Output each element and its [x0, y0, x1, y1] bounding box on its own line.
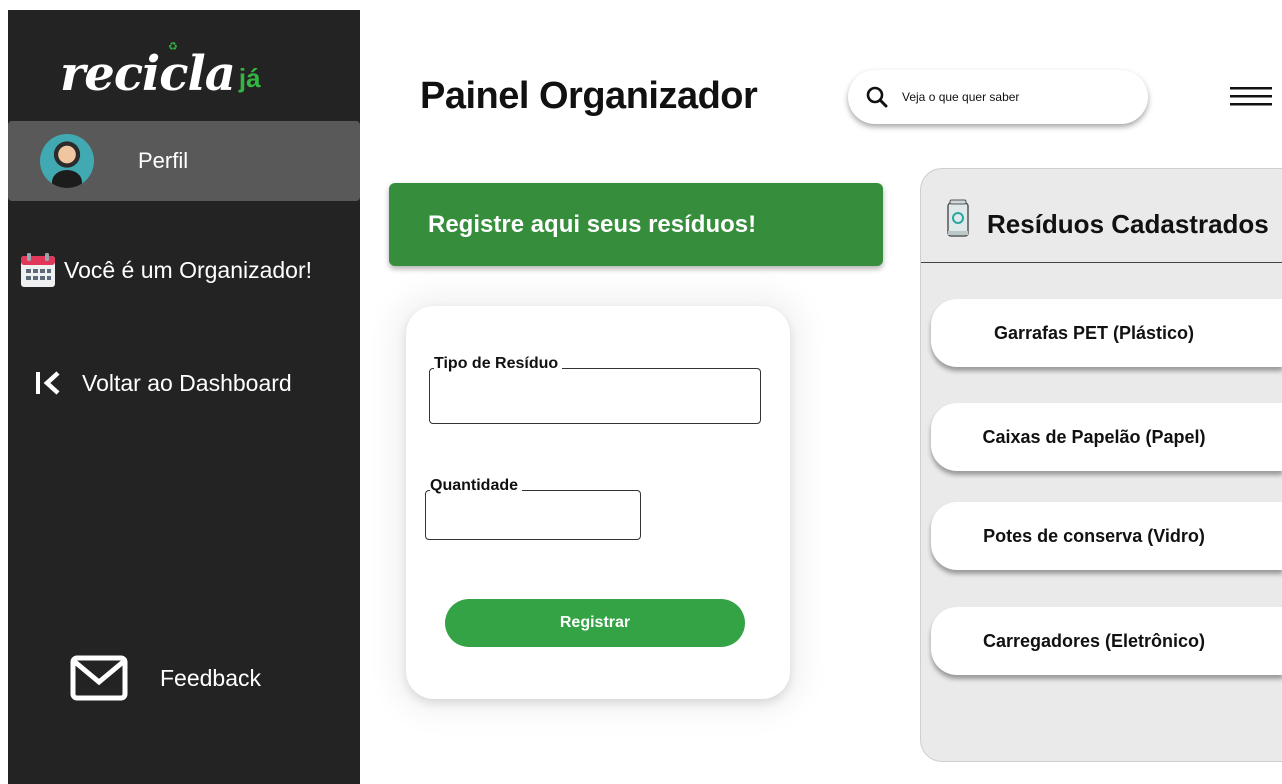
back-label: Voltar ao Dashboard [82, 369, 292, 396]
avatar [40, 134, 94, 188]
recycle-icon: ♻ [168, 41, 178, 53]
search-bar[interactable] [848, 70, 1148, 124]
quantity-input[interactable] [426, 491, 640, 539]
sidebar-item-profile[interactable]: Perfil [8, 121, 360, 201]
can-icon [947, 199, 969, 237]
waste-type-label: Tipo de Resíduo [434, 355, 563, 373]
organizer-role: Você é um Organizador! [20, 252, 312, 288]
waste-type-field[interactable]: Tipo de Resíduo [429, 355, 761, 424]
registered-waste-panel: Resíduos Cadastrados Garrafas PET (Plást… [920, 168, 1282, 762]
list-item[interactable]: Potes de conserva (Vidro) [931, 502, 1282, 570]
panel-title: Resíduos Cadastrados [987, 209, 1269, 239]
waste-form: Tipo de Resíduo Quantidade Registrar [406, 306, 790, 699]
list-item[interactable]: Caixas de Papelão (Papel) [931, 403, 1282, 471]
list-item[interactable]: Garrafas PET (Plástico) [931, 299, 1282, 367]
calendar-icon [21, 253, 55, 287]
role-label: Você é um Organizador! [64, 256, 313, 283]
quantity-label: Quantidade [430, 477, 523, 495]
sidebar-item-label: Perfil [138, 148, 189, 173]
register-banner: Registre aqui seus resíduos! [389, 183, 883, 266]
logo: recicla já ♻ [60, 38, 261, 98]
banner-text: Registre aqui seus resíduos! [428, 210, 757, 238]
back-to-dashboard-link[interactable]: Voltar ao Dashboard [34, 368, 292, 398]
sidebar: recicla já ♻ Perfil Você é um Organizado… [8, 10, 360, 784]
feedback-link[interactable]: Feedback [70, 655, 261, 701]
feedback-label: Feedback [160, 664, 262, 691]
search-icon [866, 86, 888, 108]
mail-icon [70, 655, 128, 701]
register-button[interactable]: Registrar [445, 599, 745, 647]
waste-type-input[interactable] [430, 369, 760, 423]
page: recicla já ♻ Perfil Você é um Organizado… [0, 0, 1282, 784]
hamburger-menu-icon[interactable] [1230, 84, 1272, 108]
quantity-field[interactable]: Quantidade [425, 477, 641, 540]
list-item[interactable]: Carregadores (Eletrônico) [931, 607, 1282, 675]
search-input[interactable] [902, 90, 1122, 104]
panel-header: Resíduos Cadastrados [921, 169, 1282, 263]
page-title: Painel Organizador [420, 75, 758, 117]
logo-wordmark: recicla [60, 46, 236, 102]
logo-accent: já [238, 63, 261, 93]
chevron-left-bar-icon [36, 371, 60, 395]
